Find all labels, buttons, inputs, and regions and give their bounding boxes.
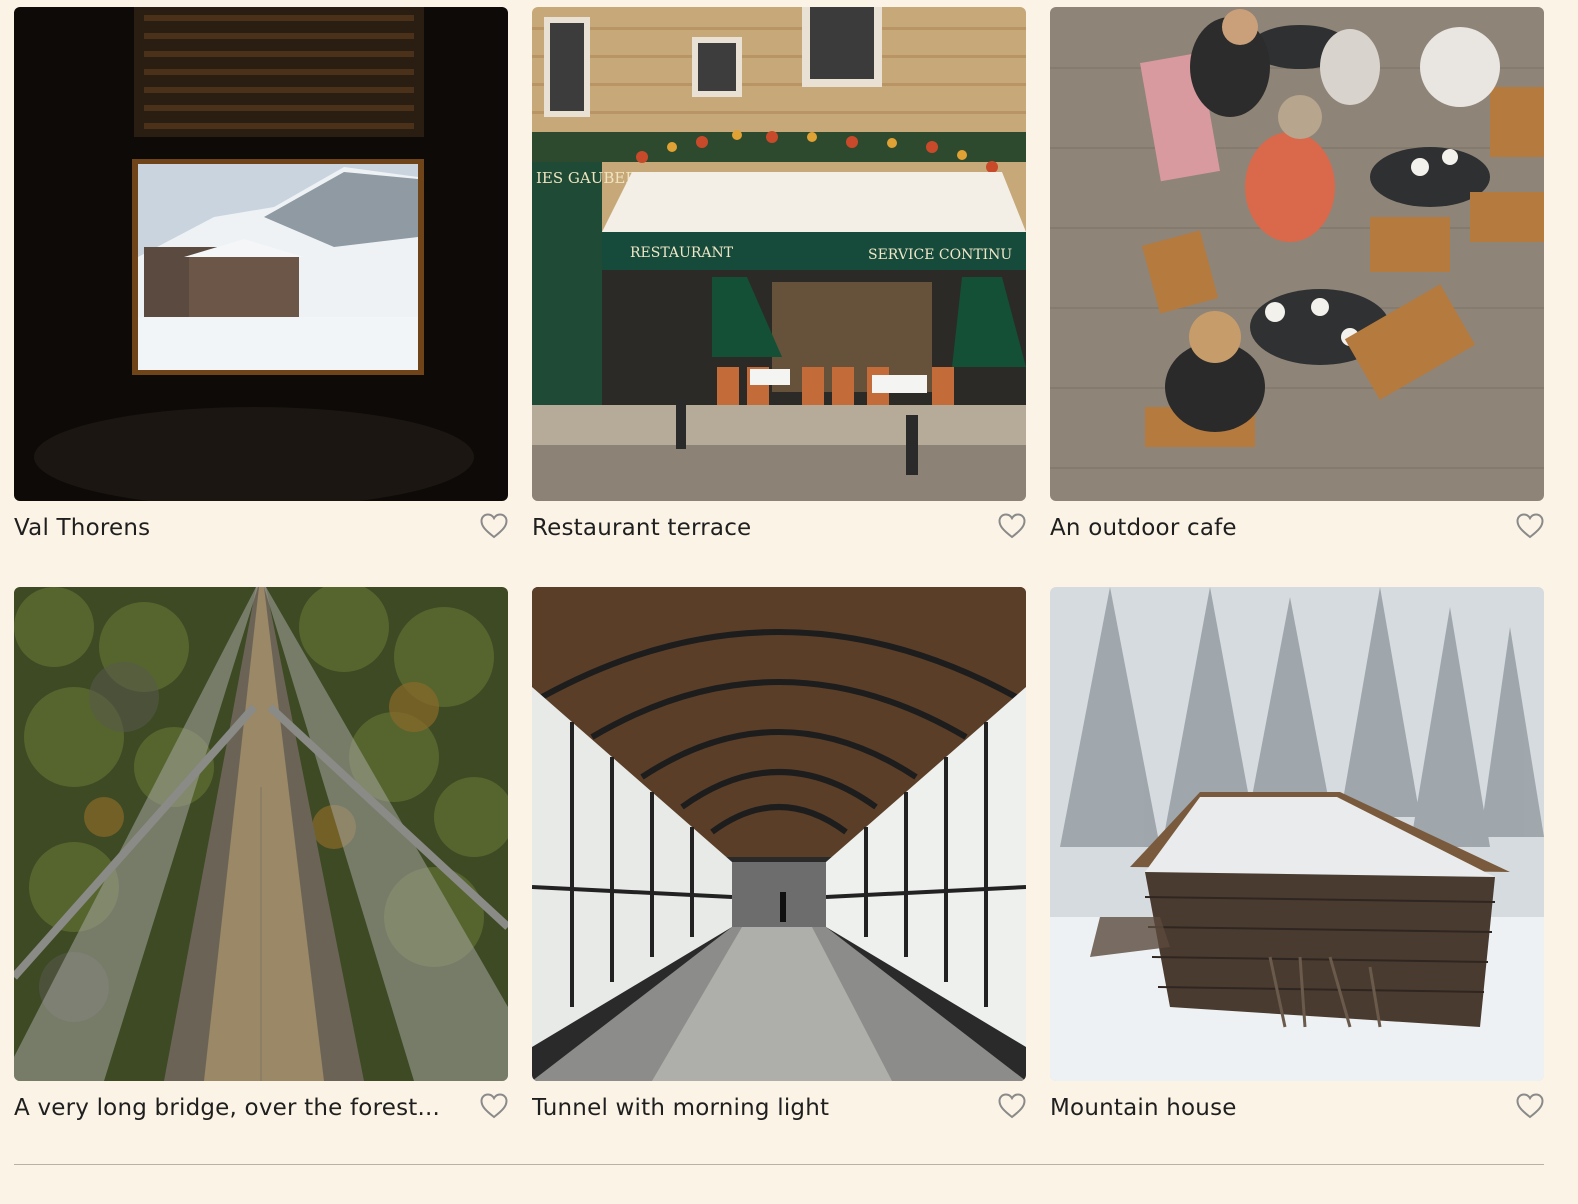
card-title: An outdoor cafe (1050, 515, 1237, 541)
gallery-card[interactable]: IES GAUBERT RESTAURANT SERVICE CONTINU R… (532, 7, 1026, 561)
gallery-card[interactable]: An outdoor cafe (1050, 7, 1544, 561)
snowy-cabin-image (1050, 587, 1544, 1081)
card-footer: A very long bridge, over the forest... (14, 1081, 508, 1141)
favorite-button[interactable] (480, 1093, 508, 1119)
photo-val-thorens[interactable] (14, 7, 508, 501)
card-footer: Val Thorens (14, 501, 508, 561)
gallery-card[interactable]: Val Thorens (14, 7, 508, 561)
favorite-button[interactable] (1516, 513, 1544, 539)
cafe-tables-image (1050, 7, 1544, 501)
favorite-button[interactable] (998, 513, 1026, 539)
photo-long-bridge[interactable] (14, 587, 508, 1081)
suspension-bridge-image (14, 587, 508, 1081)
card-footer: Restaurant terrace (532, 501, 1026, 561)
photo-mountain-house[interactable] (1050, 587, 1544, 1081)
photo-outdoor-cafe[interactable] (1050, 7, 1544, 501)
photo-gallery: Val Thorens IES GAUBERT RESTAURANT SERVI… (0, 0, 1578, 1204)
card-footer: Tunnel with morning light (532, 1081, 1026, 1141)
gallery-card[interactable]: A very long bridge, over the forest... (14, 587, 508, 1141)
awning-right-text: SERVICE CONTINU (868, 247, 1012, 263)
section-divider (14, 1164, 1544, 1165)
restaurant-facade-image: IES GAUBERT RESTAURANT SERVICE CONTINU (532, 7, 1026, 501)
card-title: Val Thorens (14, 515, 151, 541)
heart-outline-icon (480, 1093, 508, 1119)
favorite-button[interactable] (480, 513, 508, 539)
awning-left-text: RESTAURANT (630, 245, 734, 261)
heart-outline-icon (1516, 513, 1544, 539)
glass-tunnel-image (532, 587, 1026, 1081)
heart-outline-icon (480, 513, 508, 539)
snowy-village-window-image (14, 7, 508, 501)
gallery-card[interactable]: Mountain house (1050, 587, 1544, 1141)
heart-outline-icon (998, 1093, 1026, 1119)
heart-outline-icon (1516, 1093, 1544, 1119)
favorite-button[interactable] (998, 1093, 1026, 1119)
gallery-card[interactable]: Tunnel with morning light (532, 587, 1026, 1141)
card-title: Tunnel with morning light (532, 1095, 830, 1121)
photo-tunnel[interactable] (532, 587, 1026, 1081)
photo-restaurant-terrace[interactable]: IES GAUBERT RESTAURANT SERVICE CONTINU (532, 7, 1026, 501)
card-footer: Mountain house (1050, 1081, 1544, 1141)
card-title: Restaurant terrace (532, 515, 752, 541)
favorite-button[interactable] (1516, 1093, 1544, 1119)
card-title: Mountain house (1050, 1095, 1237, 1121)
card-title: A very long bridge, over the forest... (14, 1095, 441, 1121)
heart-outline-icon (998, 513, 1026, 539)
card-footer: An outdoor cafe (1050, 501, 1544, 561)
